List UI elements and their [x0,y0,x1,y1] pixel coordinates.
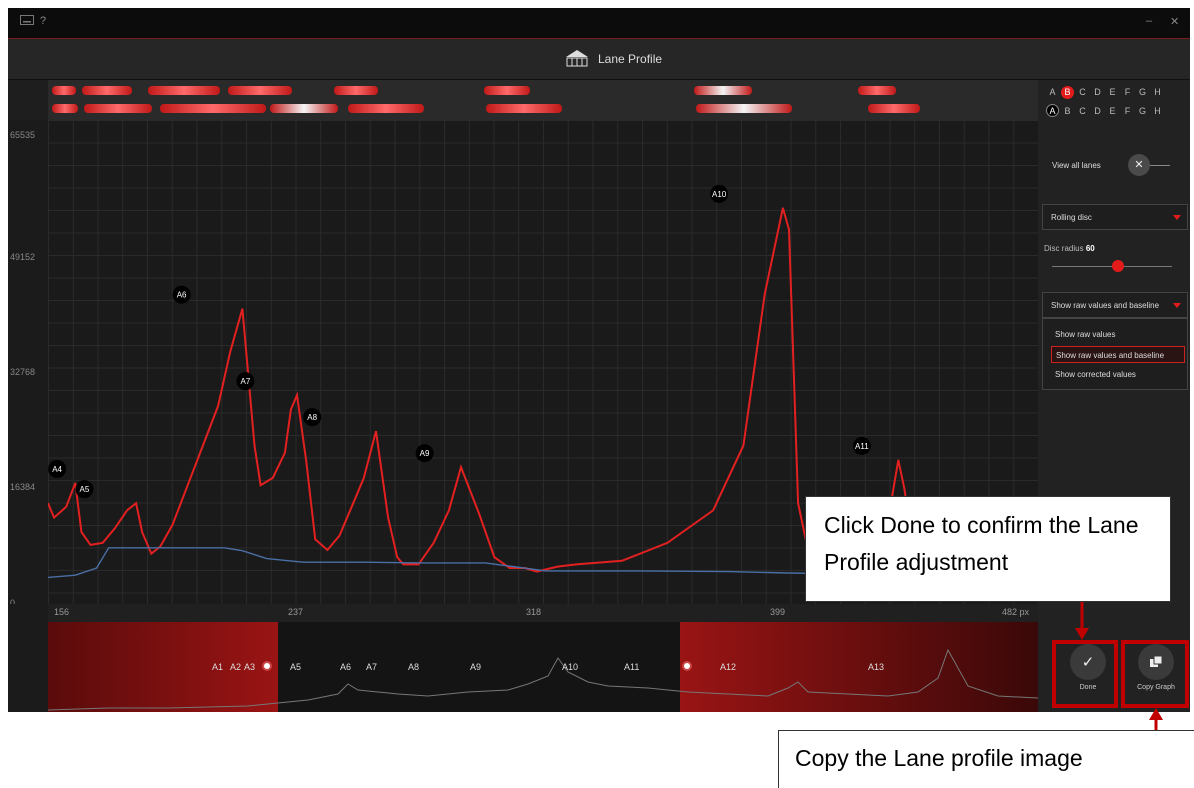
copy-arrow-head [1149,708,1163,720]
done-arrow-head [1075,628,1089,640]
annotation-arrows [1075,602,1163,730]
